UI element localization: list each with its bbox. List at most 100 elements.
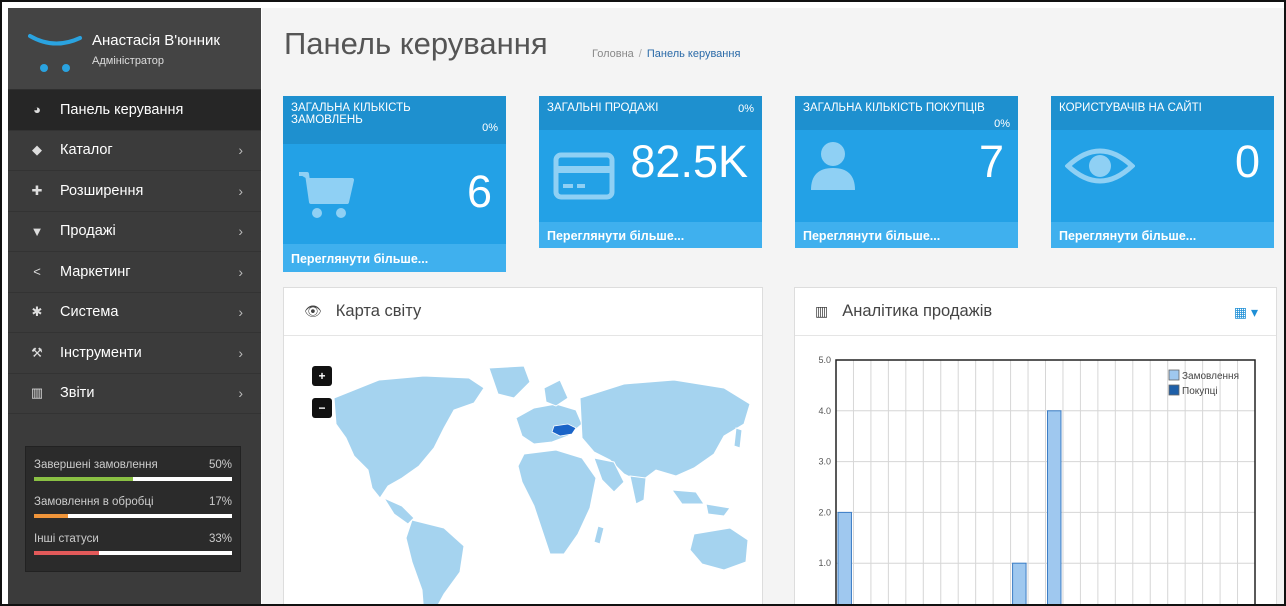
sidebar-item-6[interactable]: ⚒ Інструменти › [8, 333, 261, 374]
panel-header: 👁 Карта світу [284, 288, 762, 336]
tile-percent: 0% [738, 103, 754, 115]
chevron-right-icon: › [238, 344, 243, 361]
sidebar-item-7[interactable]: ▥ Звіти › [8, 374, 261, 414]
cart-icon [299, 172, 354, 218]
main-content: Панель керування Головна / Панель керуванн… [262, 8, 1284, 604]
y-tick-label: 5.0 [818, 355, 831, 365]
tile-view-more-link[interactable]: Переглянути більше... [539, 222, 762, 248]
wrench-icon: ⚒ [31, 344, 43, 360]
status-progress-bar [34, 551, 232, 555]
tile-value: 7 [978, 136, 1004, 187]
tile-header: КОРИСТУВАЧІВ НА САЙТІ [1051, 96, 1274, 130]
sidebar-item-1[interactable]: ◆ Каталог › [8, 131, 261, 171]
sidebar-item-4[interactable]: < Маркетинг › [8, 252, 261, 293]
tile-total-sales: ЗАГАЛЬНІ ПРОДАЖІ 0% 82.5K Переглянути бі… [539, 96, 762, 248]
world-map[interactable] [284, 358, 764, 606]
status-progress-fill [34, 551, 100, 555]
tag-icon: ◆ [32, 142, 42, 158]
status-percent: 50% [208, 459, 232, 471]
status-label: Інші статуси [34, 533, 99, 545]
chevron-right-icon: › [238, 182, 243, 199]
tile-body: 0 [1051, 130, 1274, 222]
chevron-right-icon: › [238, 142, 243, 159]
status-progress-fill [34, 514, 68, 518]
credit-card-icon [553, 152, 615, 200]
eye-icon [1065, 148, 1135, 184]
breadcrumb-home[interactable]: Головна [592, 48, 634, 60]
legend-label: Замовлення [1182, 371, 1239, 382]
world-map-panel: 👁 Карта світу + − [283, 287, 764, 606]
y-tick-label: 1.0 [818, 558, 831, 568]
calendar-dropdown-button[interactable]: ▦ ▾ [1234, 304, 1258, 321]
legend-swatch [1168, 384, 1180, 396]
status-label-row: Інші статуси 33% [34, 533, 232, 545]
bar-chart-icon: ▥ [815, 303, 829, 319]
tile-header: ЗАГАЛЬНА КІЛЬКІСТЬ ЗАМОВЛЕНЬ 0% [283, 96, 506, 144]
sidebar-item-label: Звіти [60, 385, 95, 402]
y-tick-label: 3.0 [818, 457, 831, 467]
tile-total-orders: ЗАГАЛЬНА КІЛЬКІСТЬ ЗАМОВЛЕНЬ 0% 6 Перегл… [283, 96, 506, 272]
user-name[interactable]: Анастасія В'юнник [92, 32, 220, 49]
bar-orders [1012, 562, 1027, 604]
y-tick-label: 2.0 [818, 507, 831, 517]
sidebar: Анастасія В'юнник Адміністратор ◕ Панель … [8, 8, 261, 604]
chevron-right-icon: › [238, 223, 243, 240]
dashboard-icon: ◕ [33, 102, 41, 118]
sidebar-item-label: Каталог [60, 142, 113, 159]
ukraine-region[interactable] [551, 423, 577, 437]
sidebar-item-5[interactable]: ✱ Система › [8, 293, 261, 333]
status-label-row: Завершені замовлення 50% [34, 459, 232, 471]
sidebar-item-label: Панель керування [60, 101, 184, 118]
tile-title: КОРИСТУВАЧІВ НА САЙТІ [1059, 102, 1202, 114]
tile-percent: 0% [994, 118, 1010, 130]
legend-label: Покупці [1182, 386, 1218, 397]
tile-value: 6 [466, 166, 492, 217]
chevron-right-icon: › [238, 263, 243, 280]
user-profile: Анастасія В'юнник Адміністратор [8, 8, 261, 90]
sidebar-item-label: Маркетинг [60, 263, 131, 280]
chevron-right-icon: › [238, 304, 243, 321]
sidebar-menu: ◕ Панель керування ◆ Каталог › ✚ Розширення › ▼ П… [8, 90, 261, 414]
tile-percent: 0% [482, 122, 498, 134]
order-status-row: Завершені замовлення 50% [34, 459, 232, 496]
sidebar-item-0[interactable]: ◕ Панель керування [8, 90, 261, 131]
sidebar-item-2[interactable]: ✚ Розширення › [8, 171, 261, 212]
tile-view-more-link[interactable]: Переглянути більше... [1051, 222, 1274, 248]
tile-title: ЗАГАЛЬНА КІЛЬКІСТЬ ПОКУПЦІВ [803, 102, 985, 114]
puzzle-icon: ✚ [31, 182, 43, 198]
legend-swatch [1168, 369, 1180, 381]
tile-view-more-link[interactable]: Переглянути більше... [283, 244, 506, 272]
user-role: Адміністратор [92, 55, 164, 67]
page-title: Панель керування [284, 26, 548, 61]
status-progress-bar [34, 477, 232, 481]
status-label-row: Замовлення в обробці 17% [34, 496, 232, 508]
order-status-panel: Завершені замовлення 50% Замовлення в обро… [25, 446, 241, 572]
cart-icon: ▼ [30, 223, 44, 239]
tile-header: ЗАГАЛЬНА КІЛЬКІСТЬ ПОКУПЦІВ 0% [795, 96, 1018, 130]
status-label: Завершені замовлення [34, 459, 158, 471]
breadcrumb-separator: / [638, 48, 642, 60]
sidebar-item-3[interactable]: ▼ Продажі › [8, 212, 261, 252]
order-status-row: Замовлення в обробці 17% [34, 496, 232, 533]
status-progress-bar [34, 514, 232, 518]
eye-icon: 👁 [304, 303, 322, 319]
screen: Анастасія В'юнник Адміністратор ◕ Панель … [0, 0, 1286, 606]
panel-header: ▥ Аналітика продажів [795, 288, 1276, 336]
tile-users-online: КОРИСТУВАЧІВ НА САЙТІ 0 Переглянути біль… [1051, 96, 1274, 248]
panel-title: Аналітика продажів [842, 302, 993, 320]
tile-view-more-link[interactable]: Переглянути більше... [795, 222, 1018, 248]
share-icon: < [33, 264, 41, 280]
status-progress-fill [34, 477, 133, 481]
gear-icon: ✱ [31, 304, 43, 320]
bar-chart-icon: ▥ [30, 385, 44, 401]
tile-body: 7 [795, 130, 1018, 222]
panel-title: Карта світу [335, 302, 422, 320]
user-icon [811, 142, 855, 190]
tile-total-customers: ЗАГАЛЬНА КІЛЬКІСТЬ ПОКУПЦІВ 0% 7 Перегля… [795, 96, 1018, 248]
tile-header: ЗАГАЛЬНІ ПРОДАЖІ 0% [539, 96, 762, 130]
cart-logo-icon [28, 34, 82, 72]
breadcrumb-current[interactable]: Панель керування [647, 48, 741, 60]
sidebar-item-label: Продажі [60, 223, 116, 240]
bar-orders [1047, 410, 1062, 604]
status-percent: 17% [208, 496, 232, 508]
